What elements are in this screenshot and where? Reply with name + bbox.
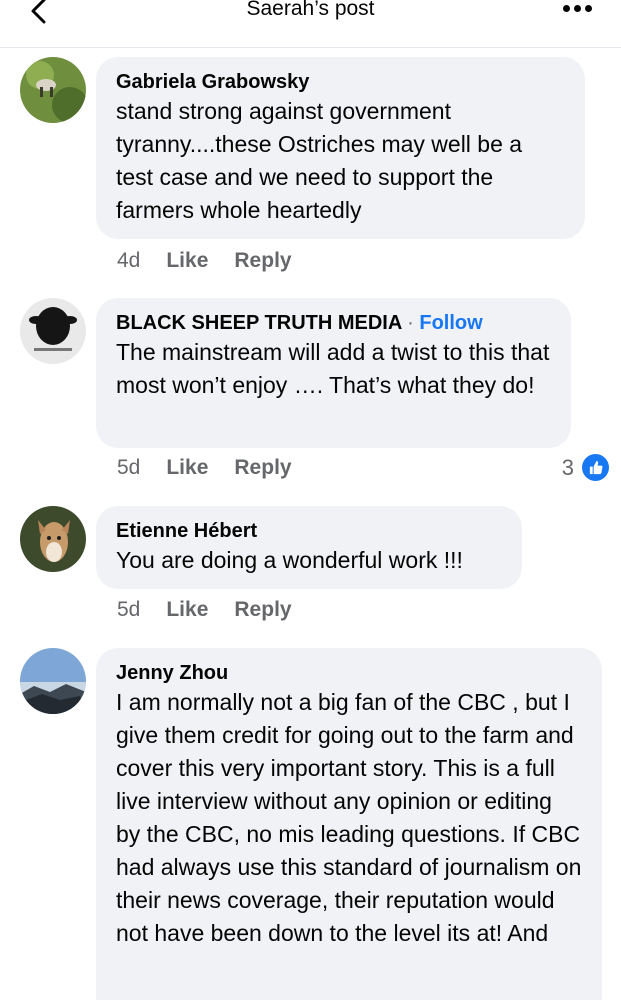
comment-actions: 4d Like Reply <box>117 249 318 273</box>
reply-button[interactable]: Reply <box>234 249 291 272</box>
like-button[interactable]: Like <box>166 249 208 272</box>
separator: · <box>407 312 414 334</box>
more-horizontal-icon <box>563 5 570 12</box>
thumbs-up-icon <box>582 454 609 481</box>
follow-button[interactable]: Follow <box>419 312 482 334</box>
comment-time[interactable]: 5d <box>117 456 140 479</box>
comment-text: stand strong against government tyranny.… <box>116 98 523 223</box>
comment-author[interactable]: BLACK SHEEP TRUTH MEDIA <box>116 312 402 334</box>
comment-bubble: Jenny Zhou I am normally not a big fan o… <box>96 648 602 1000</box>
comment-author[interactable]: Jenny Zhou <box>116 660 582 686</box>
comment-author[interactable]: Etienne Hébert <box>116 518 502 544</box>
page-title: Saerah’s post <box>246 0 375 20</box>
avatar[interactable] <box>20 298 86 364</box>
comment-author-line: BLACK SHEEP TRUTH MEDIA · Follow <box>116 310 551 336</box>
more-options-button[interactable] <box>563 0 599 19</box>
reaction-count: 3 <box>561 454 574 480</box>
avatar[interactable] <box>20 648 86 714</box>
comment-time[interactable]: 4d <box>117 249 140 272</box>
reaction-summary[interactable]: 3 <box>562 454 609 481</box>
comment-time[interactable]: 5d <box>117 598 140 621</box>
comment-author[interactable]: Gabriela Grabowsky <box>116 69 565 95</box>
comment-bubble: Gabriela Grabowsky stand strong against … <box>96 57 585 239</box>
comment-text: I am normally not a big fan of the CBC ,… <box>116 689 582 946</box>
comment-bubble: BLACK SHEEP TRUTH MEDIA · Follow The mai… <box>96 298 571 448</box>
reply-button[interactable]: Reply <box>234 598 291 621</box>
post-header: Saerah’s post <box>0 0 621 48</box>
like-button[interactable]: Like <box>166 456 208 479</box>
like-button[interactable]: Like <box>166 598 208 621</box>
avatar[interactable] <box>20 57 86 123</box>
comment-text: You are doing a wonderful work !!! <box>116 547 463 573</box>
comment-actions: 5d Like Reply <box>117 456 318 480</box>
avatar[interactable] <box>20 506 86 572</box>
comment-actions: 5d Like Reply <box>117 598 318 622</box>
reply-button[interactable]: Reply <box>234 456 291 479</box>
comment-bubble: Etienne Hébert You are doing a wonderful… <box>96 506 522 589</box>
comment-text: The mainstream will add a twist to this … <box>116 339 550 398</box>
